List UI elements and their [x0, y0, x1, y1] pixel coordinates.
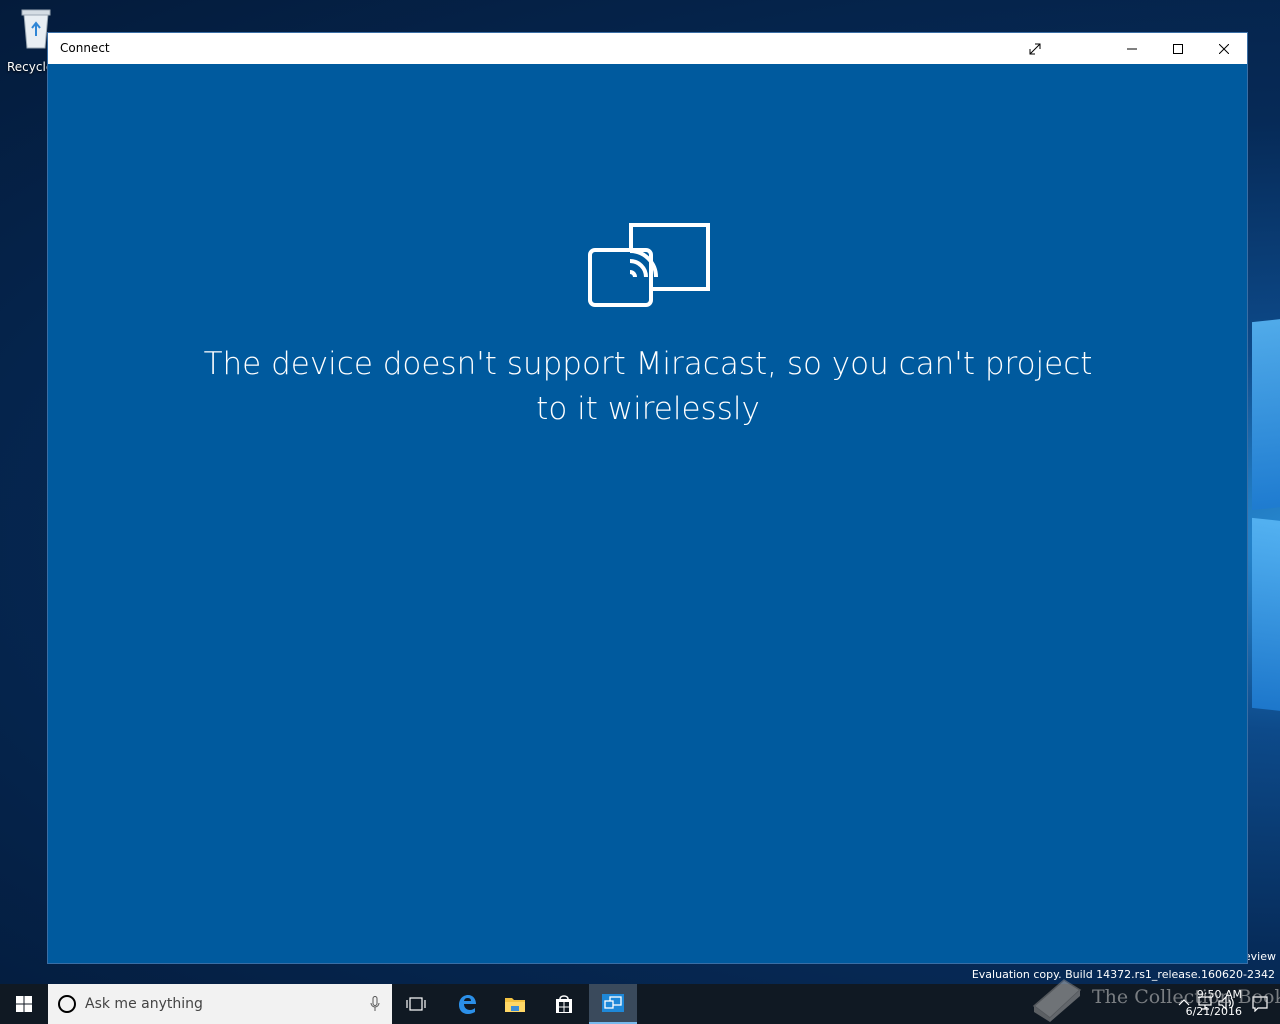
minimize-button[interactable] — [1109, 33, 1155, 64]
start-button[interactable] — [0, 984, 48, 1024]
microphone-icon[interactable] — [370, 996, 380, 1012]
expand-icon — [1029, 43, 1041, 54]
project-wireless-icon — [588, 223, 710, 307]
connect-window: Connect The device doesn't support Mirac… — [47, 32, 1248, 964]
close-icon — [1219, 43, 1229, 54]
wallpaper-logo-pane — [1252, 317, 1280, 511]
book-logo-icon — [1032, 979, 1082, 1022]
connect-app-icon — [602, 994, 624, 1012]
connect-app-button[interactable] — [589, 984, 637, 1024]
wallpaper-logo-pane — [1252, 517, 1280, 713]
miracast-error-message: The device doesn't support Miracast, so … — [203, 346, 1093, 427]
task-view-icon — [406, 997, 426, 1011]
store-button[interactable] — [540, 984, 588, 1024]
close-button[interactable] — [1201, 33, 1247, 64]
window-title: Connect — [60, 41, 110, 55]
watermark-text: eview — [1243, 950, 1276, 963]
title-bar[interactable]: Connect — [48, 33, 1247, 64]
search-placeholder: Ask me anything — [85, 996, 203, 1012]
task-view-button[interactable] — [392, 984, 440, 1024]
cortana-search-box[interactable]: Ask me anything — [48, 984, 392, 1024]
edge-icon — [459, 995, 476, 1014]
file-explorer-button[interactable] — [491, 984, 539, 1024]
collection-watermark: The Collection Book — [1030, 972, 1280, 1024]
collection-watermark-text: The Collection Book — [1092, 986, 1280, 1008]
edge-button[interactable] — [443, 984, 491, 1024]
maximize-icon — [1173, 43, 1183, 54]
maximize-button[interactable] — [1155, 33, 1201, 64]
full-screen-button[interactable] — [1012, 33, 1058, 64]
file-explorer-icon — [505, 998, 525, 1012]
minimize-icon — [1127, 48, 1137, 49]
store-icon — [556, 995, 572, 1013]
content-area: The device doesn't support Miracast, so … — [48, 64, 1247, 963]
cortana-icon — [58, 995, 76, 1013]
windows-start-icon — [16, 996, 32, 1012]
